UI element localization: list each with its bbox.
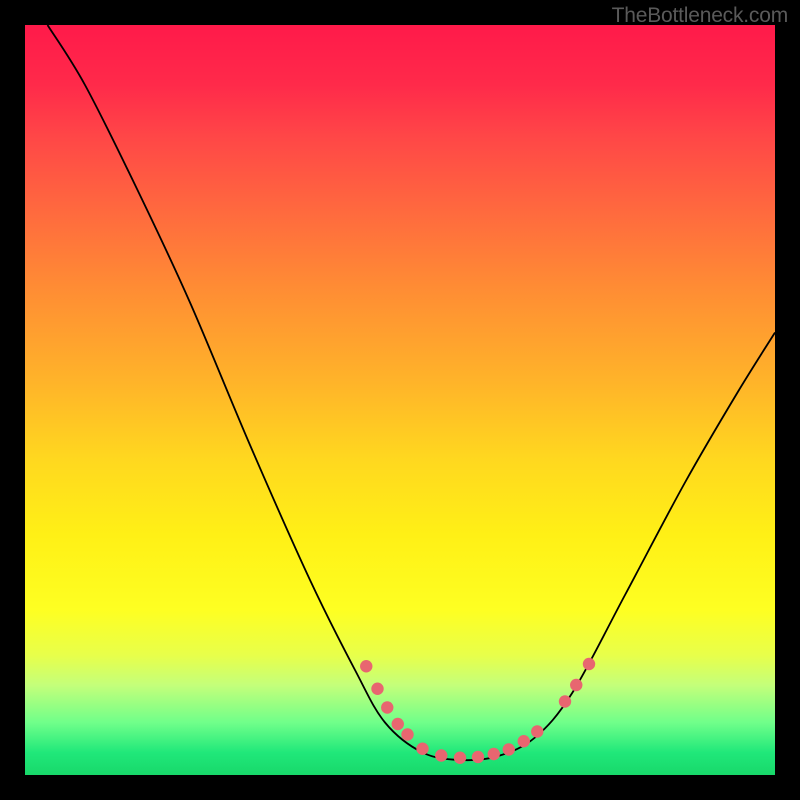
chart-svg	[25, 25, 775, 775]
curve-marker-dot	[583, 658, 595, 670]
curve-marker-dot	[454, 752, 466, 764]
watermark-text: TheBottleneck.com	[612, 4, 788, 28]
curve-marker-dot	[401, 728, 413, 740]
curve-marker-dot	[531, 725, 543, 737]
curve-marker-dot	[472, 751, 484, 763]
curve-marker-dot	[435, 749, 447, 761]
curve-marker-dot	[392, 718, 404, 730]
curve-marker-dot	[371, 683, 383, 695]
curve-marker-dot	[518, 735, 530, 747]
curve-marker-dot	[570, 679, 582, 691]
curve-marker-dot	[559, 695, 571, 707]
curve-marker-dot	[488, 748, 500, 760]
curve-marker-dot	[503, 743, 515, 755]
curve-marker-dot	[416, 743, 428, 755]
curve-marker-dot	[360, 660, 372, 672]
curve-marker-dot	[381, 701, 393, 713]
chart-plot-area	[25, 25, 775, 775]
bottleneck-curve	[48, 25, 776, 760]
